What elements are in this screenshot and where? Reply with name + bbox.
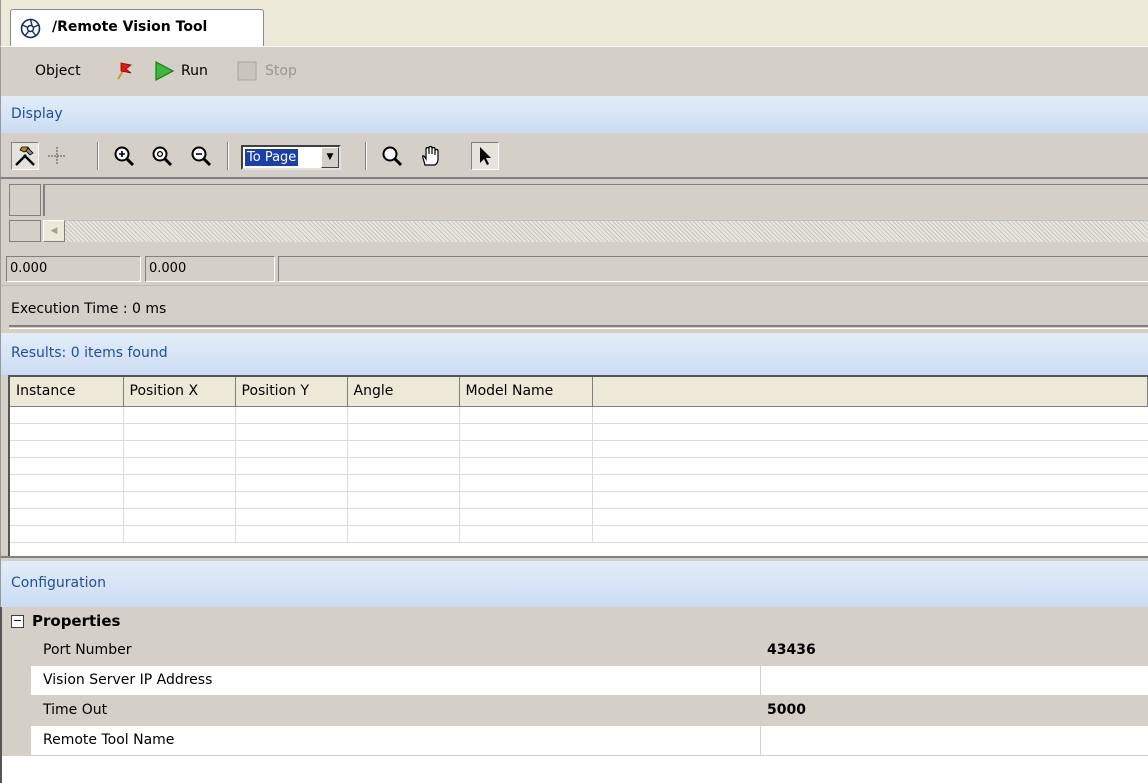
zoom-reset-button[interactable] [148, 142, 176, 170]
property-row-port-number[interactable]: Port Number 43436 [2, 636, 1148, 666]
table-row [10, 491, 1148, 509]
property-row-remote-tool-name[interactable]: Remote Tool Name [2, 726, 1148, 756]
execution-time-label: Execution Time : 0 ms [11, 301, 167, 317]
toolbar-separator [365, 142, 367, 170]
tab-title: /Remote Vision Tool [52, 19, 208, 35]
execution-time-bar: Execution Time : 0 ms [0, 285, 1148, 333]
divider [9, 325, 1148, 329]
results-header-row: Instance Position X Position Y Angle Mod… [10, 377, 1148, 407]
stop-button[interactable]: Stop [265, 63, 297, 79]
zoom-out-icon [191, 146, 212, 167]
object-menu-button[interactable]: Object [35, 63, 81, 79]
property-value-port-number[interactable]: 43436 [761, 636, 1148, 666]
magnifier-button[interactable] [378, 142, 406, 170]
horizontal-ruler [43, 184, 1148, 216]
property-value-vision-server-ip[interactable] [761, 666, 1148, 696]
table-row [10, 508, 1148, 526]
zoom-mode-value: To Page [245, 149, 299, 166]
property-category-label: Properties [32, 612, 121, 630]
property-row-vision-server-ip[interactable]: Vision Server IP Address [2, 666, 1148, 696]
table-row [10, 474, 1148, 492]
horizontal-scrollbar[interactable] [43, 220, 1148, 242]
zoom-out-button[interactable] [187, 142, 215, 170]
results-gutter [0, 375, 8, 561]
tools-icon [15, 146, 35, 166]
table-row [10, 423, 1148, 441]
results-table[interactable]: Instance Position X Position Y Angle Mod… [8, 375, 1148, 556]
column-header-filler [592, 377, 1148, 407]
column-header-position-x[interactable]: Position X [123, 377, 236, 407]
pointer-button[interactable] [471, 142, 499, 170]
display-section-header[interactable]: Display [0, 96, 1148, 133]
stop-icon [237, 61, 257, 81]
display-toolbar: To Page ▼ [0, 133, 1148, 179]
property-name: Vision Server IP Address [31, 666, 761, 696]
table-row [10, 457, 1148, 475]
property-value-remote-tool-name[interactable] [761, 726, 1148, 756]
crosshair-button[interactable] [43, 142, 71, 170]
coord-x-readout: 0.000 [6, 256, 141, 282]
zoom-in-icon [114, 146, 135, 167]
status-readout [278, 256, 1148, 282]
collapse-icon[interactable]: − [11, 615, 24, 628]
object-toolbar: Object Run Stop [0, 46, 1148, 96]
property-row-time-out[interactable]: Time Out 5000 [2, 696, 1148, 726]
configuration-section-header[interactable]: Configuration [0, 561, 1148, 607]
property-name: Port Number [31, 636, 761, 666]
results-section-header[interactable]: Results: 0 items found [0, 333, 1148, 375]
coord-y-readout: 0.000 [145, 256, 275, 282]
toolbar-separator [227, 142, 229, 170]
zoom-mode-select[interactable]: To Page ▼ [241, 145, 341, 170]
column-header-model-name[interactable]: Model Name [459, 377, 593, 407]
toolbar-separator [97, 142, 99, 170]
pointer-icon [480, 147, 491, 165]
document-tab[interactable]: /Remote Vision Tool [10, 9, 264, 46]
pin-flag-icon[interactable] [112, 59, 136, 83]
table-row [10, 406, 1148, 424]
crosshair-icon [48, 147, 66, 165]
property-grid: − Properties Port Number 43436 Vision Se… [0, 607, 1148, 783]
image-view-area[interactable]: ◀ [0, 179, 1148, 251]
property-value-time-out[interactable]: 5000 [761, 696, 1148, 726]
property-category-properties[interactable]: − Properties [2, 607, 1148, 636]
ruler-corner [9, 184, 41, 216]
table-row [10, 440, 1148, 458]
pan-button[interactable] [416, 142, 444, 170]
column-header-angle[interactable]: Angle [347, 377, 460, 407]
magnifier-icon [382, 146, 403, 167]
column-header-instance[interactable]: Instance [10, 377, 124, 407]
run-button[interactable]: Run [181, 63, 208, 79]
property-name: Remote Tool Name [31, 726, 761, 756]
scroll-left-arrow-icon[interactable]: ◀ [43, 220, 65, 242]
property-name: Time Out [31, 696, 761, 726]
coordinates-bar: 0.000 0.000 [0, 251, 1148, 285]
aperture-icon [20, 18, 41, 39]
column-header-position-y[interactable]: Position Y [235, 377, 348, 407]
chevron-down-icon[interactable]: ▼ [321, 147, 339, 168]
hand-pan-icon [422, 145, 439, 166]
table-row [10, 525, 1148, 543]
run-icon[interactable] [152, 59, 176, 83]
tools-button[interactable] [11, 142, 39, 170]
zoom-reset-icon [152, 146, 173, 167]
zoom-in-button[interactable] [110, 142, 138, 170]
document-tab-strip: /Remote Vision Tool [0, 0, 1148, 46]
vertical-ruler-box [9, 220, 41, 242]
